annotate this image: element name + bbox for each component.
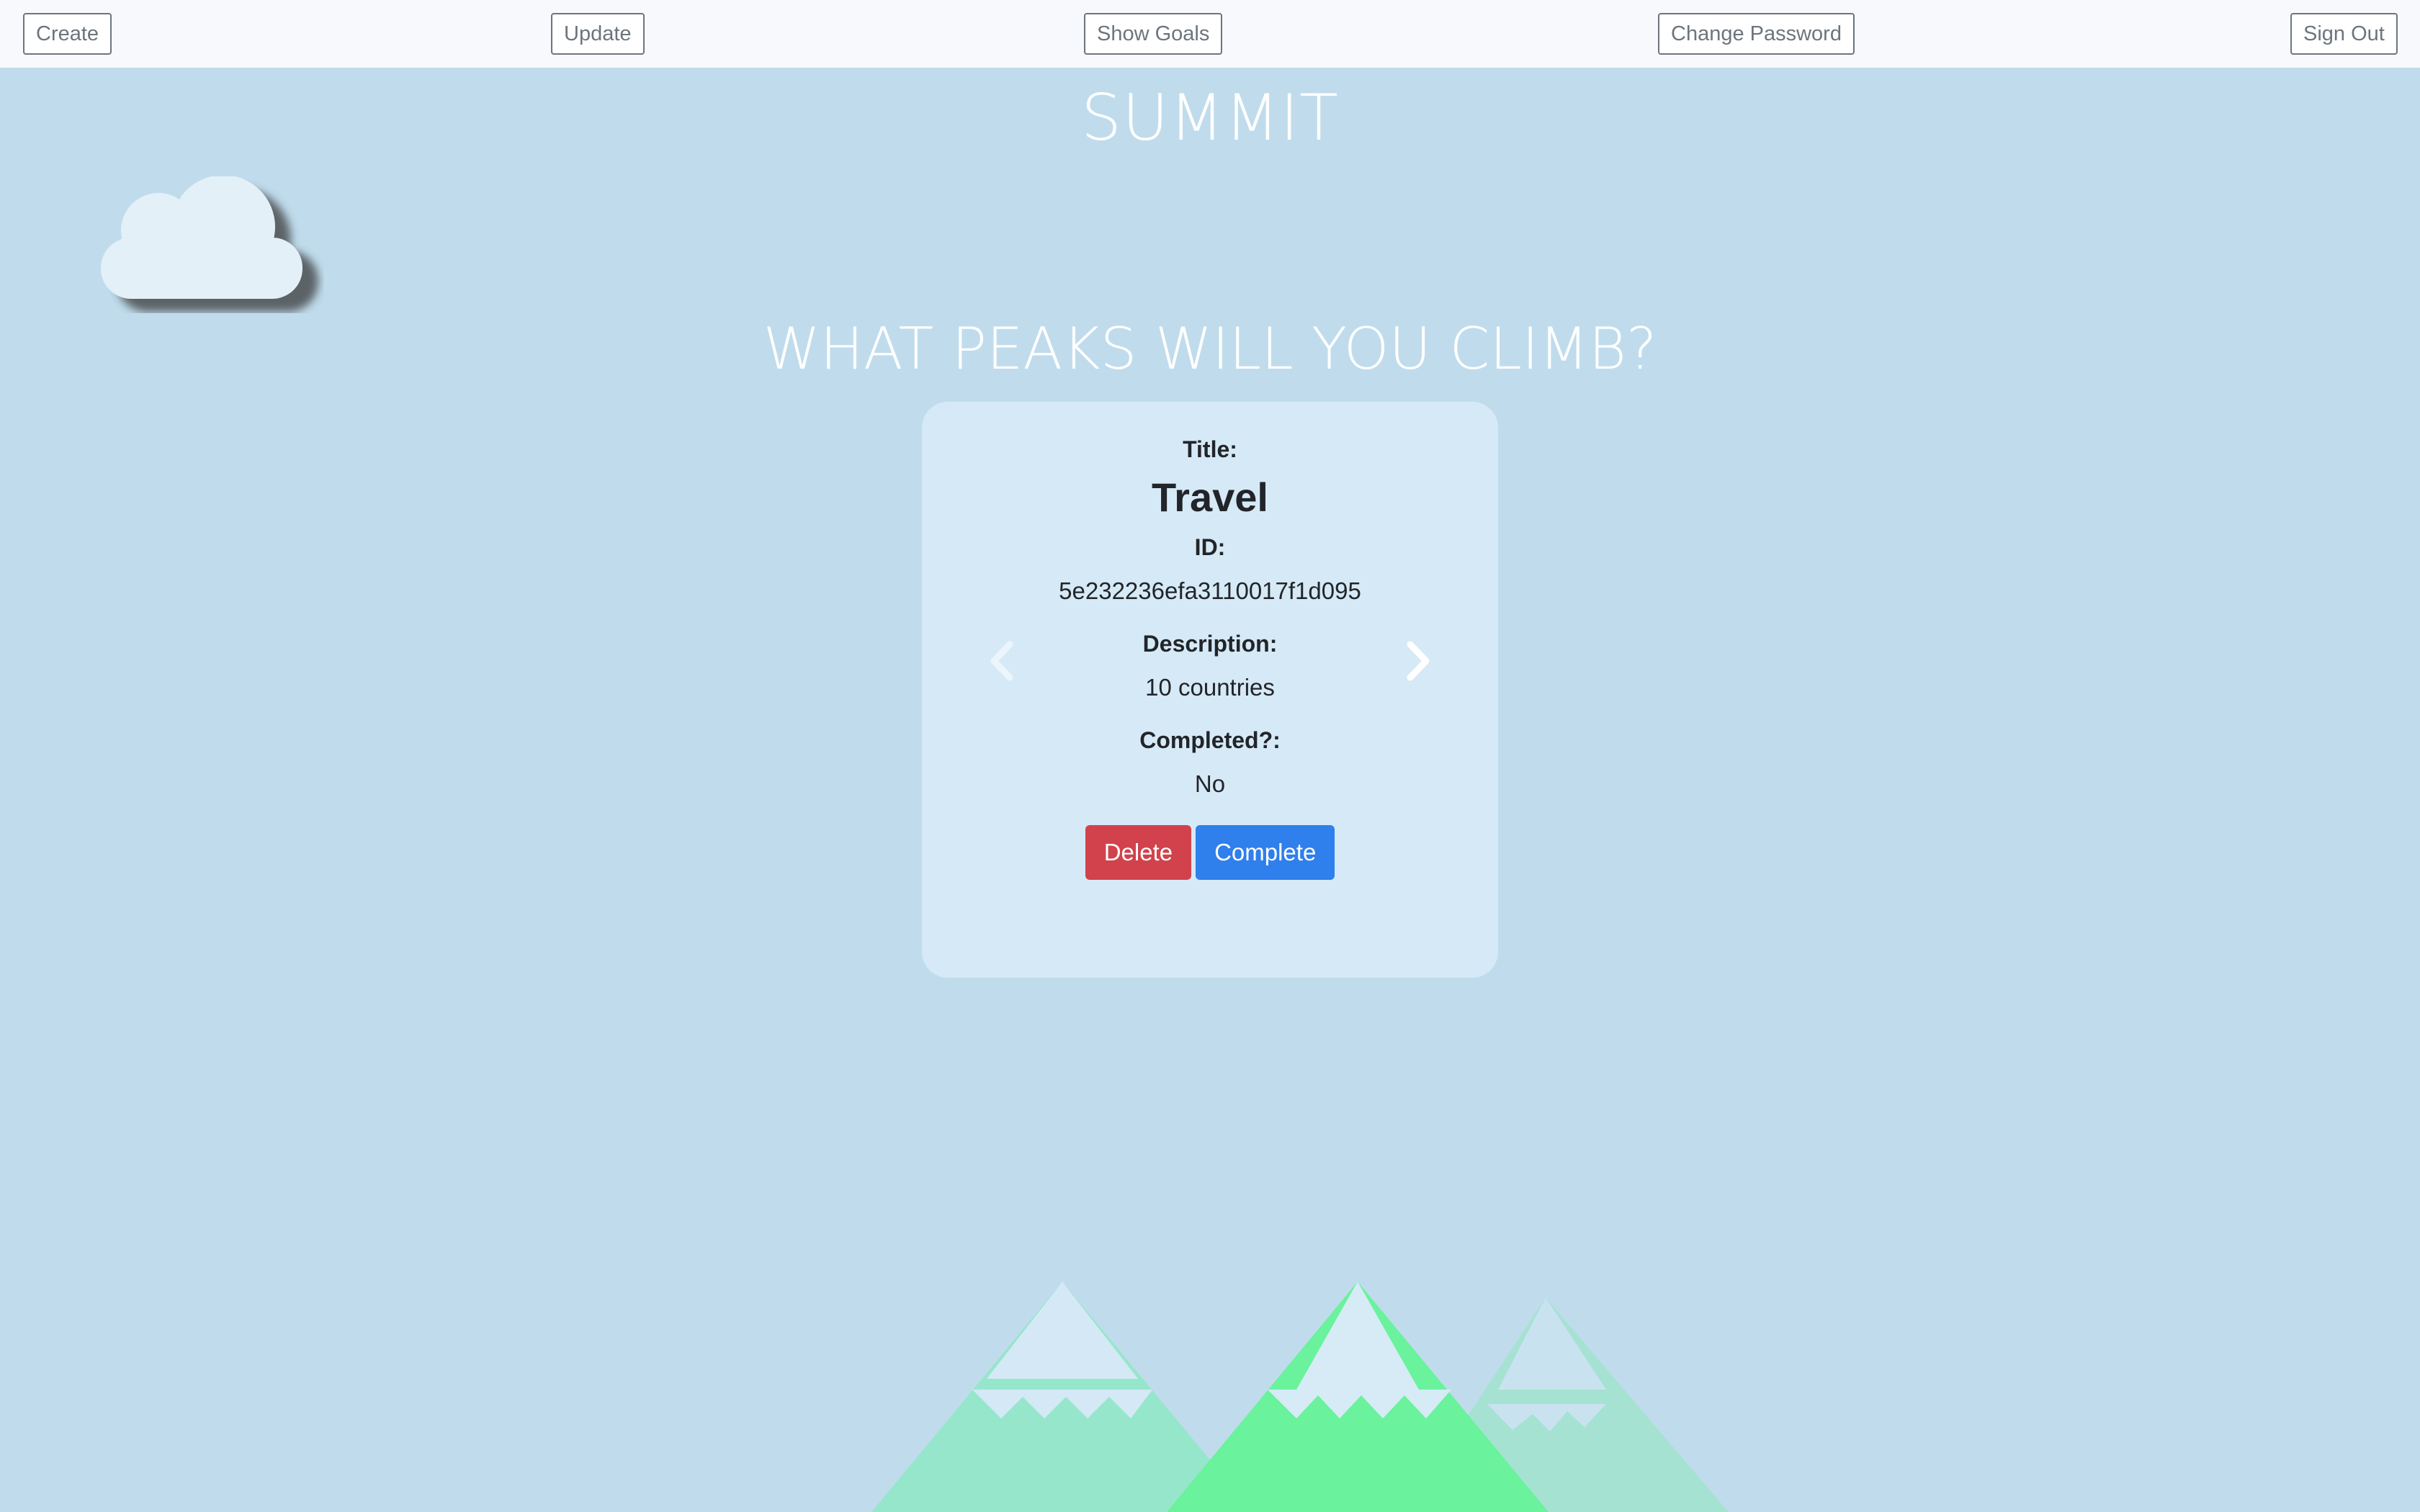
sign-out-button[interactable]: Sign Out <box>2290 13 2398 55</box>
mountains-illustration <box>871 1282 1729 1512</box>
goal-title: Travel <box>1152 474 1268 520</box>
id-label: ID: <box>1194 534 1226 560</box>
headline: WHAT PEAKS WILL YOU CLIMB? <box>763 315 1657 382</box>
action-buttons: Delete Complete <box>922 825 1498 880</box>
completed-label: Completed?: <box>1139 727 1281 753</box>
chevron-left-icon[interactable] <box>981 636 1024 686</box>
complete-button[interactable]: Complete <box>1196 825 1335 880</box>
cloud-icon <box>101 176 318 312</box>
change-password-button[interactable]: Change Password <box>1658 13 1855 55</box>
chevron-right-icon[interactable] <box>1396 636 1439 686</box>
brand-title: SUMMIT <box>1081 81 1339 155</box>
delete-button[interactable]: Delete <box>1085 825 1192 880</box>
show-goals-button[interactable]: Show Goals <box>1084 13 1223 55</box>
title-label: Title: <box>1183 436 1237 462</box>
goal-completed: No <box>1194 770 1226 797</box>
create-button[interactable]: Create <box>23 13 112 55</box>
goal-card: Title: Travel ID: 5e232236efa3110017f1d0… <box>922 402 1498 978</box>
update-button[interactable]: Update <box>551 13 645 55</box>
goal-id: 5e232236efa3110017f1d095 <box>1059 577 1361 604</box>
top-navbar: Create Update Show Goals Change Password… <box>0 0 2420 68</box>
